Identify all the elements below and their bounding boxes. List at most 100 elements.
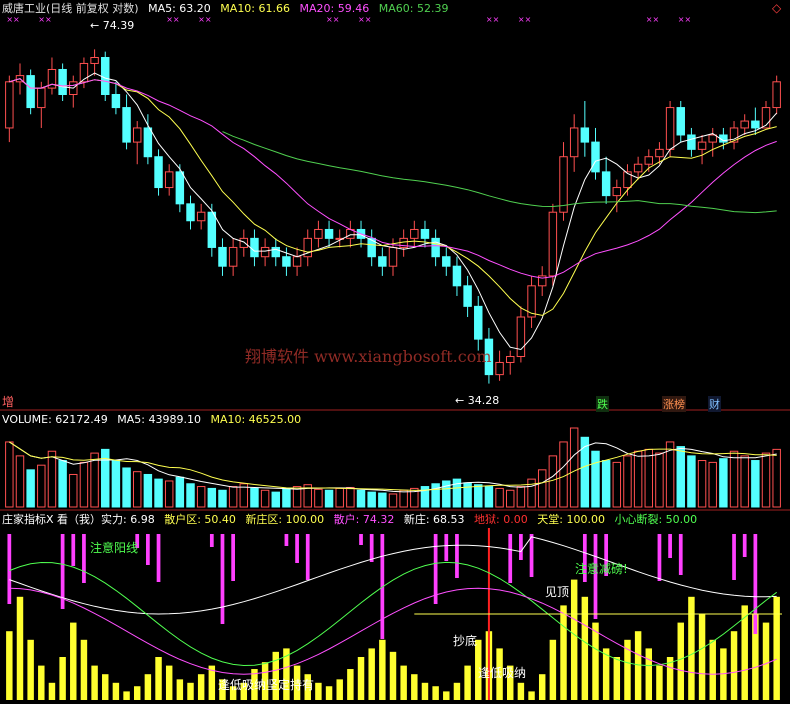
volume-bar	[537, 469, 547, 508]
indicator-bar	[368, 648, 375, 700]
volume-bar	[143, 473, 153, 508]
ma60-label: MA60: 52.39	[378, 2, 449, 15]
indicator-bar	[315, 682, 322, 700]
indicator-negative-bar	[305, 534, 310, 580]
indicator-negative-bar	[231, 534, 236, 581]
indicator-bar	[592, 622, 599, 700]
candle-body	[751, 120, 760, 129]
annotation-bottom-buy: 逢低吸纳坚定持有	[218, 678, 315, 692]
indicator-bar	[560, 605, 567, 700]
volume-bar	[186, 483, 195, 508]
signal-marker: ××	[166, 15, 179, 24]
volume-bar	[612, 461, 622, 508]
volume-ma10: MA10: 46525.00	[210, 413, 302, 426]
volume-bar	[772, 448, 781, 508]
candle-body	[495, 361, 504, 376]
candle-body	[591, 141, 600, 173]
volume-bar	[633, 450, 643, 508]
volume-bar	[569, 427, 579, 508]
indicator-bar	[80, 639, 88, 700]
volume-bar	[495, 487, 504, 508]
indicator-bar	[400, 665, 407, 700]
candle-body	[463, 285, 472, 307]
sanhu: 散户: 74.32	[333, 513, 395, 526]
indicator-bar	[549, 639, 557, 700]
indicator-negative-bar	[678, 534, 683, 575]
candle-body	[218, 246, 227, 267]
signal-marker: ××	[646, 15, 659, 24]
sanhu-qu: 散户区: 50.40	[164, 513, 236, 526]
volume-bar	[5, 441, 14, 508]
candle-body	[612, 187, 622, 197]
indicator-bar	[688, 596, 695, 700]
indicator-bar	[698, 614, 706, 700]
annotation-top-warn: 注意阳线	[90, 541, 139, 555]
xiaoxin: 小心断裂: 50.00	[614, 513, 698, 526]
candle-body	[207, 211, 217, 248]
candle-body	[132, 127, 142, 143]
indicator-bar	[411, 674, 418, 700]
low-price-label: ← 34.28	[455, 394, 500, 407]
indicator-bar	[677, 622, 684, 700]
volume-bar	[175, 476, 185, 508]
indicator-bar	[144, 674, 152, 700]
volume-bar	[260, 489, 270, 508]
candle-body	[655, 148, 664, 158]
candle-body	[665, 107, 675, 150]
candle-body	[101, 57, 110, 95]
candle-body	[90, 57, 99, 64]
volume-bar	[346, 486, 355, 508]
indicator-bar	[389, 651, 397, 700]
indicator-bar	[581, 596, 589, 700]
indicator-negative-bar	[7, 534, 12, 604]
indicator-bar	[613, 657, 621, 700]
candle-body	[559, 156, 568, 213]
volume-bar	[708, 461, 717, 508]
volume-bar	[26, 469, 35, 508]
candle-body	[282, 256, 291, 267]
indicator-negative-bar	[369, 534, 374, 562]
volume-bar	[431, 483, 440, 508]
candle-body	[324, 228, 334, 239]
volume-bar	[474, 484, 483, 508]
volume-bar	[559, 441, 568, 508]
signal-marker: ××	[518, 15, 531, 24]
tiantang: 天堂: 100.00	[537, 513, 605, 526]
signal-marker: ××	[6, 15, 19, 24]
diamond-icon[interactable]: ◇	[772, 2, 781, 15]
volume-bar	[324, 489, 334, 508]
volume-bar	[655, 452, 664, 508]
annotation-chao-di: 抄底	[453, 634, 478, 648]
candle-body	[228, 246, 238, 267]
indicator-negative-bar	[82, 534, 86, 583]
indicator-negative-bar	[433, 534, 438, 604]
volume-bar	[761, 452, 771, 508]
indicator-negative-bar	[156, 534, 161, 582]
volume-bar	[378, 492, 387, 508]
candle-body	[506, 356, 515, 363]
volume-bar	[196, 486, 206, 508]
candle-body	[196, 211, 206, 222]
annotation-mid-buy: 逢低吸纳	[478, 666, 527, 680]
indicator-negative-bar	[359, 534, 363, 545]
indicator-bar	[16, 596, 24, 700]
indicator-bar	[59, 657, 66, 700]
volume-bar	[751, 460, 760, 508]
candle-body	[548, 211, 558, 277]
indicator-negative-bar	[529, 534, 534, 577]
indicator-bar	[453, 682, 461, 700]
indicator-negative-bar	[295, 534, 299, 563]
candle-body	[442, 256, 451, 267]
candle-body	[431, 237, 440, 258]
indicator-negative-bar	[742, 534, 747, 557]
candle-body	[569, 127, 579, 158]
indicator-bar	[730, 631, 738, 700]
candle-body	[420, 228, 430, 239]
annotation-jian-ding: 见顶	[545, 585, 570, 599]
candle-body	[644, 156, 654, 165]
volume-bar	[282, 487, 291, 508]
volume-bar	[250, 487, 259, 508]
volume-bar	[399, 489, 408, 508]
indicator-bar	[709, 639, 716, 700]
volume-bar	[442, 480, 451, 508]
